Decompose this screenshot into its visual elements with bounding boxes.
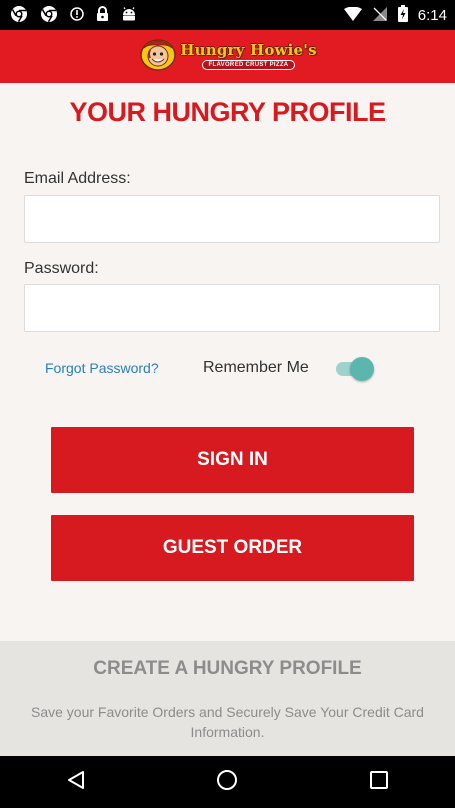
sign-in-button[interactable]: SIGN IN <box>51 427 414 493</box>
status-icons-right: 6:14 <box>343 5 447 25</box>
lock-icon <box>96 5 109 25</box>
mascot-icon <box>138 36 178 77</box>
create-profile-title[interactable]: CREATE A HUNGRY PROFILE <box>0 658 455 680</box>
page-title: YOUR HUNGRY PROFILE <box>69 97 386 127</box>
brand-name: Hungry Howie's <box>180 41 317 59</box>
status-bar: 6:14 <box>0 0 455 30</box>
info-icon <box>70 6 84 24</box>
create-profile-description: Save your Favorite Orders and Securely S… <box>31 704 424 740</box>
chrome-icon <box>10 5 28 26</box>
guest-order-button[interactable]: GUEST ORDER <box>51 515 414 581</box>
remember-me-toggle[interactable] <box>336 357 374 381</box>
toggle-thumb <box>350 357 374 381</box>
email-label: Email Address: <box>24 170 131 187</box>
chrome-icon <box>40 5 58 26</box>
navigation-bar <box>0 756 455 808</box>
battery-icon <box>397 5 408 25</box>
status-time: 6:14 <box>417 6 447 24</box>
app-header: Hungry Howie's FLAVORED CRUST PIZZA <box>0 30 455 83</box>
brand-tagline: FLAVORED CRUST PIZZA <box>201 60 296 70</box>
create-profile-section[interactable]: CREATE A HUNGRY PROFILE Save your Favori… <box>0 641 455 756</box>
password-label: Password: <box>24 260 99 277</box>
status-icons-left <box>10 5 137 26</box>
back-button[interactable] <box>46 762 106 802</box>
wifi-icon <box>343 6 362 24</box>
brand-logo[interactable]: Hungry Howie's FLAVORED CRUST PIZZA <box>138 36 317 77</box>
back-icon <box>66 770 86 795</box>
remember-me-label: Remember Me <box>203 359 309 376</box>
no-sim-icon <box>372 6 388 25</box>
recents-button[interactable] <box>349 762 409 802</box>
android-icon <box>121 6 137 25</box>
home-button[interactable] <box>197 762 257 802</box>
password-input[interactable] <box>24 284 440 332</box>
email-input[interactable] <box>24 195 440 243</box>
forgot-password-link[interactable]: Forgot Password? <box>45 360 159 376</box>
home-icon <box>216 769 238 796</box>
recents-icon <box>369 770 389 795</box>
